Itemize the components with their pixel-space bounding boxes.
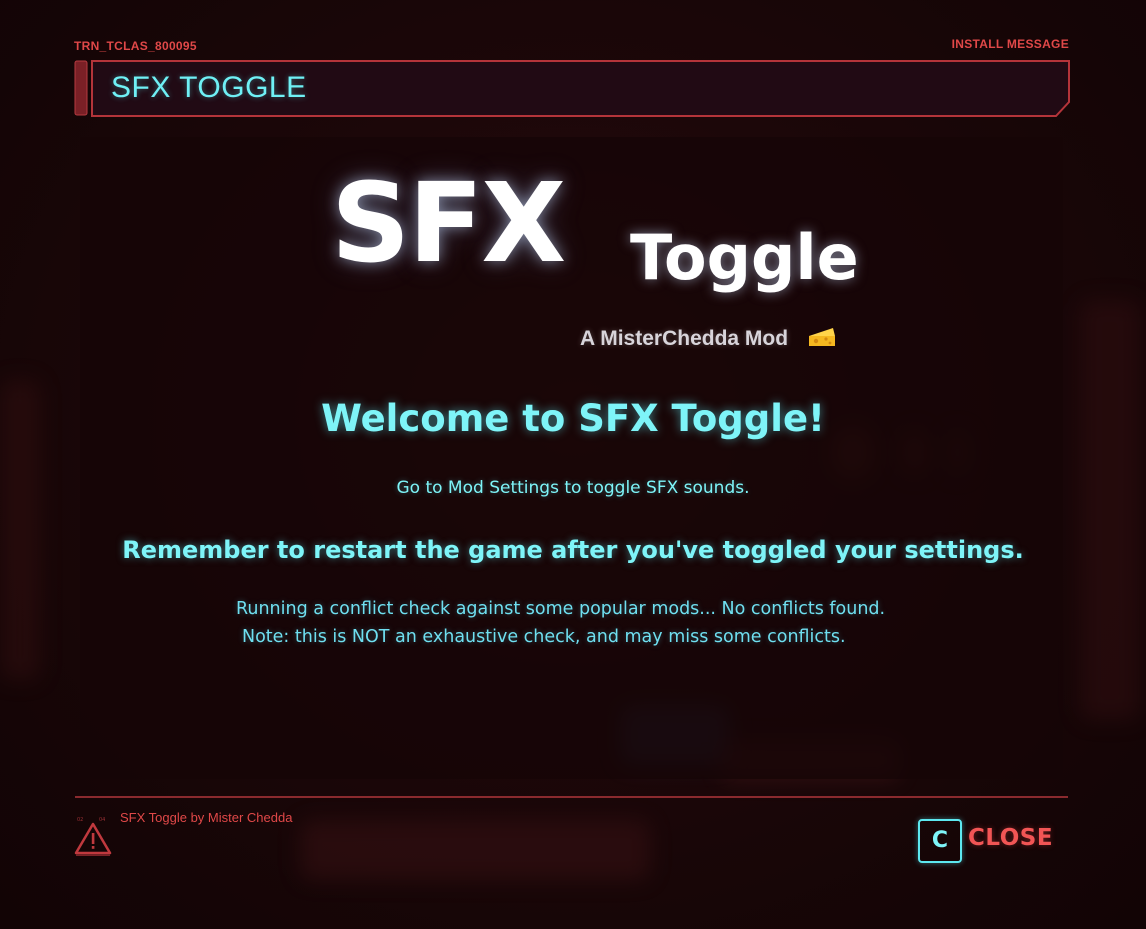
content-panel xyxy=(80,137,1063,779)
logo-title-sfx: SFX xyxy=(331,159,566,287)
note-text: Note: this is NOT an exhaustive check, a… xyxy=(242,627,846,647)
reminder-text: Remember to restart the game after you'v… xyxy=(122,536,1024,564)
message-category: INSTALL MESSAGE xyxy=(951,37,1069,51)
conflict-check-text: Running a conflict check against some po… xyxy=(236,599,886,619)
logo-byline: A MisterChedda Mod xyxy=(580,327,789,350)
mod-credit: SFX Toggle by Mister Chedda xyxy=(120,810,293,825)
logo-title-toggle: Toggle xyxy=(630,221,859,294)
svg-text:02: 02 xyxy=(77,817,83,823)
footer-divider xyxy=(75,796,1068,798)
instruction-text: Go to Mod Settings to toggle SFX sounds. xyxy=(396,478,750,498)
title-bar: SFX TOGGLE xyxy=(74,58,1070,120)
close-key-hint: C xyxy=(918,819,962,863)
cheese-icon xyxy=(809,328,835,346)
warning-icon: 02 04 xyxy=(74,817,112,856)
background-blur xyxy=(1080,300,1140,720)
message-code: TRN_TCLAS_800095 xyxy=(74,39,197,53)
close-button-label: CLOSE xyxy=(968,825,1054,851)
close-button[interactable]: C CLOSE xyxy=(918,819,1053,863)
welcome-heading: Welcome to SFX Toggle! xyxy=(321,397,825,440)
install-message-screen: TRN_TCLAS_800095 INSTALL MESSAGE SFX TOG… xyxy=(0,0,1146,929)
background-blur xyxy=(300,820,650,880)
svg-text:04: 04 xyxy=(99,817,105,823)
page-title: SFX TOGGLE xyxy=(111,71,307,104)
